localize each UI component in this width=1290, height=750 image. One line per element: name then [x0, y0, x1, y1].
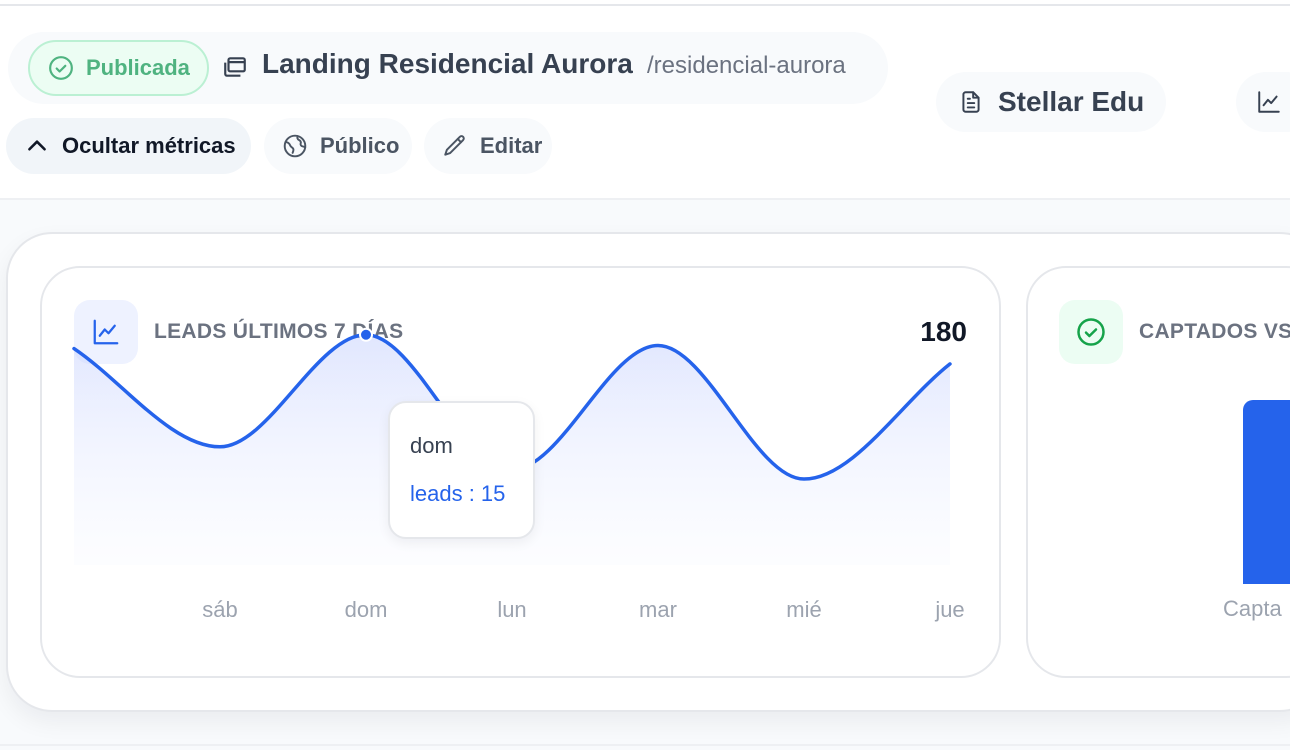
x-tick-label: mar	[639, 597, 677, 622]
x-tick-label: dom	[345, 597, 388, 622]
tooltip-day: dom	[410, 433, 453, 458]
x-tick-label: mié	[786, 597, 821, 622]
chart-tooltip: dom leads : 15	[388, 401, 535, 539]
x-tick-label: lun	[497, 597, 526, 622]
bottom-divider	[0, 744, 1290, 746]
highlighted-point[interactable]	[359, 327, 373, 342]
x-tick-label: jue	[934, 597, 964, 622]
leads-area-chart: sáb dom lun mar mié jue	[72, 327, 965, 622]
x-tick-label: sáb	[202, 597, 237, 622]
tooltip-value: leads : 15	[410, 481, 506, 506]
